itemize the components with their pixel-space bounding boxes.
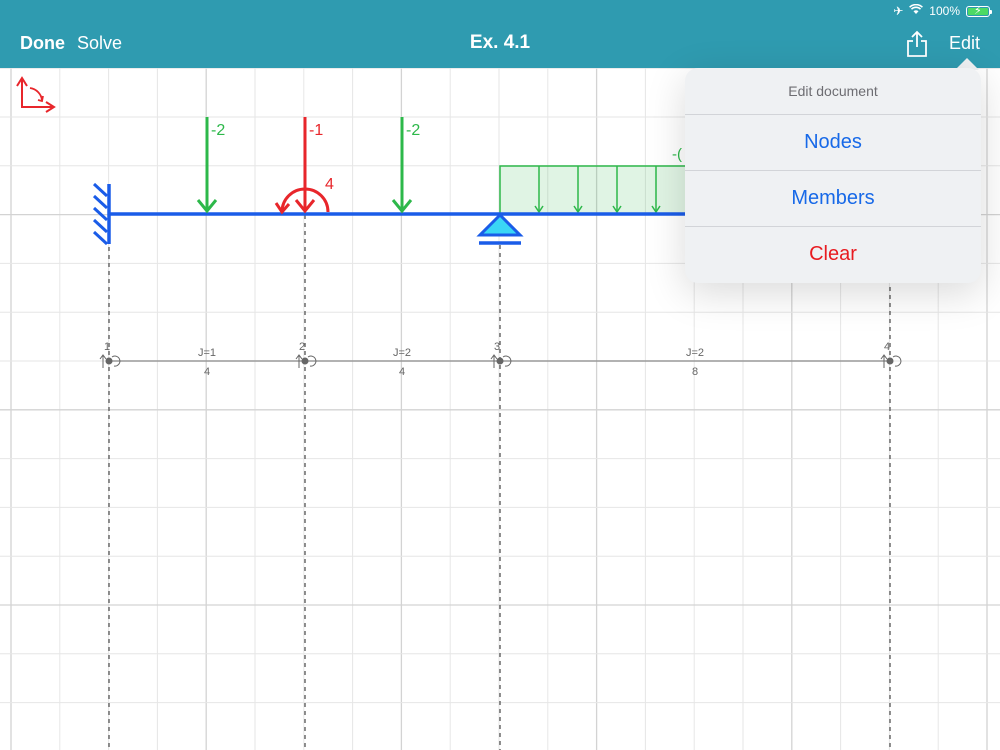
point-load-3[interactable]: -2 (391, 117, 420, 214)
battery-percentage: 100% (929, 4, 960, 18)
battery-icon: ⚡ (966, 5, 992, 17)
node-2-label: 2 (299, 341, 305, 353)
node-3-label: 3 (494, 341, 500, 353)
point-load-2[interactable]: -1 (294, 117, 323, 214)
distributed-load-label: -( (672, 146, 682, 163)
member-3-length: 8 (692, 366, 698, 378)
member-3-stiffness: J=2 (686, 347, 704, 359)
airplane-icon: ✈ (893, 4, 904, 18)
point-load-3-label: -2 (406, 122, 420, 139)
moment-label: 4 (325, 176, 334, 193)
point-load-1[interactable]: -2 (196, 117, 225, 214)
members-menu-item[interactable]: Members (685, 171, 981, 227)
point-load-1-label: -2 (211, 122, 225, 139)
clear-menu-item[interactable]: Clear (685, 227, 981, 282)
edit-button[interactable]: Edit (949, 33, 980, 54)
member-3[interactable]: J=2 8 (686, 347, 704, 378)
document-title: Ex. 4.1 (469, 32, 531, 53)
status-bar: ✈ 100% ⚡ (893, 2, 992, 20)
edit-document-popover: Edit document Nodes Members Clear (685, 68, 981, 283)
node-2[interactable]: 2 (295, 341, 317, 368)
node-4-label: 4 (884, 341, 890, 353)
popover-header: Edit document (685, 68, 981, 115)
pin-support[interactable] (476, 212, 524, 245)
member-2-length: 4 (399, 366, 405, 378)
wifi-icon (909, 3, 924, 18)
member-1-stiffness: J=1 (198, 347, 216, 359)
node-4[interactable]: 4 (880, 341, 902, 368)
share-icon[interactable] (905, 30, 929, 58)
nodes-menu-item[interactable]: Nodes (685, 115, 981, 171)
node-3[interactable]: 3 (490, 341, 512, 368)
member-1-length: 4 (204, 366, 210, 378)
member-1[interactable]: J=1 4 (198, 347, 216, 378)
node-1[interactable]: 1 (99, 341, 121, 368)
distributed-load[interactable]: -( (499, 146, 701, 215)
member-2-stiffness: J=2 (393, 347, 411, 359)
navigation-bar: ✈ 100% ⚡ Done Solve Ex. 4.1 Edit (0, 0, 1000, 68)
axes-icon[interactable] (16, 76, 56, 113)
node-1-label: 1 (104, 341, 110, 353)
point-load-2-label: -1 (309, 122, 323, 139)
